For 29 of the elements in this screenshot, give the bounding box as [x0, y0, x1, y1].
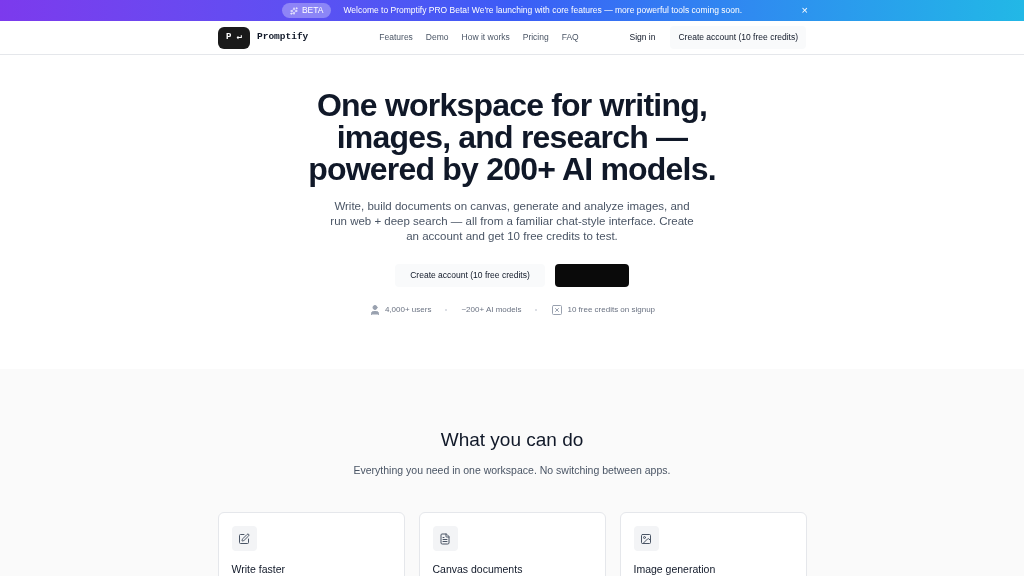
section-subtitle: Everything you need in one workspace. No switching between apps.	[353, 462, 671, 478]
feature-title: Canvas documents	[432, 562, 524, 576]
brand-name: Promptify	[257, 30, 309, 45]
nav-link[interactable]: FAQ	[561, 31, 579, 44]
nav-link[interactable]: Features	[379, 31, 413, 44]
stat-text: 4,000+ users	[384, 304, 432, 316]
hero-subtitle: Write, build documents on canvas, generate and analyze images, and run web + deep search — all from a familiar chat-style interface. Create an account and get 10 free credits to test.	[329, 199, 695, 244]
square-icon	[551, 304, 564, 316]
stat-text: ~200+ AI models	[461, 304, 522, 316]
stat-text: 10 free credits on signup	[567, 304, 656, 316]
nav-link[interactable]: How it works	[461, 31, 510, 44]
logo-mark: P ↵	[218, 26, 250, 49]
section-heading: What you can do	[440, 428, 584, 452]
pencil-icon	[238, 532, 250, 545]
create-account-button[interactable]: Create account (10 free credits)	[670, 26, 806, 49]
sparkle-icon	[289, 6, 298, 15]
announcement-text: Welcome to Promptify PRO Beta! We're launching with core features — more powerful tools coming soon.	[343, 4, 743, 17]
beta-badge: BETA	[281, 3, 332, 18]
sign-in-link[interactable]: Sign in	[629, 31, 656, 44]
dark-button[interactable]	[554, 264, 629, 287]
document-icon	[439, 532, 451, 545]
create-account-button[interactable]: Create account (10 free credits)	[395, 264, 545, 287]
user-icon	[368, 304, 381, 316]
feature-title: Image generation	[633, 562, 717, 576]
nav-link[interactable]: Demo	[425, 31, 449, 44]
hero-heading: One workspace for writing, images, and research — powered by 200+ AI models.	[307, 89, 717, 185]
nav-link[interactable]: Pricing	[522, 31, 549, 44]
image-icon	[640, 532, 652, 545]
feature-title: Write faster	[231, 562, 286, 576]
